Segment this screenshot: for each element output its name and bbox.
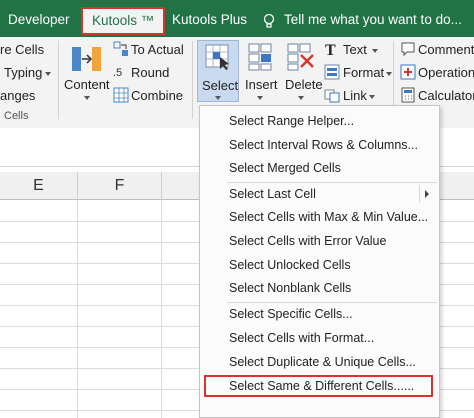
- group-divider: [192, 41, 193, 119]
- menu-item-label: Select Interval Rows & Columns...: [229, 138, 418, 152]
- select-dropdown-menu: Select Range Helper... Select Interval R…: [199, 105, 440, 418]
- round-icon: .5: [113, 67, 122, 79]
- cells-row1-label[interactable]: re Cells: [0, 42, 44, 57]
- chevron-down-icon: [369, 95, 375, 99]
- format-icon: [324, 64, 340, 80]
- menu-item-error-value[interactable]: Select Cells with Error Value: [200, 230, 439, 252]
- menu-item-nonblank-cells[interactable]: Select Nonblank Cells: [200, 277, 439, 299]
- group-label-cells: Cells: [4, 110, 29, 122]
- chevron-down-icon: [84, 96, 90, 100]
- tell-me-text: Tell me what you want to do...: [284, 12, 462, 27]
- ranges-label[interactable]: anges: [0, 88, 35, 103]
- comment-icon: [401, 42, 415, 57]
- tell-me-box[interactable]: Tell me what you want to do...: [262, 6, 462, 34]
- menu-item-label: Select Cells with Max & Min Value...: [229, 210, 429, 224]
- select-label: Select: [202, 78, 239, 93]
- to-actual-button[interactable]: To Actual: [131, 42, 184, 57]
- format-button[interactable]: Format: [343, 65, 384, 80]
- chevron-down-icon: [45, 72, 51, 76]
- menu-item-label: Select Duplicate & Unique Cells...: [229, 355, 416, 369]
- link-icon: [324, 89, 340, 103]
- svg-text:T: T: [325, 42, 336, 57]
- tab-kutools-plus[interactable]: Kutools Plus: [172, 6, 247, 34]
- menu-item-specific-cells[interactable]: Select Specific Cells...: [200, 303, 439, 325]
- menu-item-max-min-value[interactable]: Select Cells with Max & Min Value...: [200, 206, 439, 228]
- link-button[interactable]: Link: [343, 88, 367, 103]
- menu-item-label: Select Range Helper...: [229, 114, 355, 128]
- highlight-box: [204, 375, 433, 397]
- menu-item-interval-rows-columns[interactable]: Select Interval Rows & Columns...: [200, 134, 439, 156]
- comment-button[interactable]: Comment: [418, 42, 474, 57]
- combine-icon: [113, 87, 129, 103]
- text-button[interactable]: Text: [343, 42, 367, 57]
- content-button[interactable]: Content: [64, 77, 110, 92]
- round-button[interactable]: Round: [131, 65, 169, 80]
- menu-item-range-helper[interactable]: Select Range Helper...: [200, 110, 439, 132]
- group-divider: [58, 41, 59, 119]
- chevron-down-icon: [386, 72, 392, 76]
- grid-line: [77, 200, 78, 418]
- calculator-icon: [401, 87, 415, 103]
- select-button[interactable]: Select: [197, 40, 239, 102]
- to-actual-icon: [113, 41, 128, 56]
- menu-item-merged-cells[interactable]: Select Merged Cells: [200, 157, 439, 179]
- menu-item-cells-with-format[interactable]: Select Cells with Format...: [200, 327, 439, 349]
- operation-icon: [400, 64, 416, 80]
- menu-item-label: Select Unlocked Cells: [229, 258, 351, 272]
- chevron-down-icon: [372, 49, 378, 53]
- tab-developer[interactable]: Developer: [8, 6, 70, 34]
- menu-item-last-cell[interactable]: Select Last Cell: [200, 183, 439, 205]
- menu-item-label: Select Cells with Format...: [229, 331, 375, 345]
- lightbulb-icon: [263, 13, 275, 28]
- menu-item-label: Select Specific Cells...: [229, 307, 353, 321]
- chevron-down-icon: [257, 96, 263, 100]
- submenu-arrow-icon: [425, 190, 429, 198]
- content-icon: [72, 47, 101, 71]
- menu-item-label: Select Merged Cells: [229, 161, 341, 175]
- calculator-button[interactable]: Calculator: [418, 88, 474, 103]
- insert-icon: [248, 43, 272, 71]
- menu-item-label: Select Cells with Error Value: [229, 234, 387, 248]
- chevron-down-icon: [215, 96, 221, 100]
- text-icon: T: [325, 42, 336, 57]
- menu-item-label: Select Nonblank Cells: [229, 281, 352, 295]
- typing-label[interactable]: Typing: [4, 65, 42, 80]
- menu-item-label: Select Last Cell: [229, 187, 316, 201]
- menu-item-duplicate-unique[interactable]: Select Duplicate & Unique Cells...: [200, 351, 439, 373]
- column-header-f[interactable]: F: [78, 172, 162, 200]
- svg-text:.5: .5: [113, 67, 122, 79]
- insert-button[interactable]: Insert: [245, 77, 278, 92]
- select-icon: [205, 44, 229, 70]
- operation-button[interactable]: Operation: [418, 65, 474, 80]
- tab-kutools[interactable]: Kutools ™: [81, 7, 166, 35]
- column-header-e[interactable]: E: [0, 172, 78, 200]
- menu-item-unlocked-cells[interactable]: Select Unlocked Cells: [200, 254, 439, 276]
- delete-button[interactable]: Delete: [285, 77, 323, 92]
- submenu-divider: [419, 185, 420, 203]
- grid-line: [161, 200, 162, 418]
- ribbon-tab-bar: Developer Kutools ™ Kutools Plus Tell me…: [0, 0, 474, 37]
- combine-button[interactable]: Combine: [131, 88, 183, 103]
- chevron-down-icon: [298, 96, 304, 100]
- delete-icon: [287, 43, 314, 71]
